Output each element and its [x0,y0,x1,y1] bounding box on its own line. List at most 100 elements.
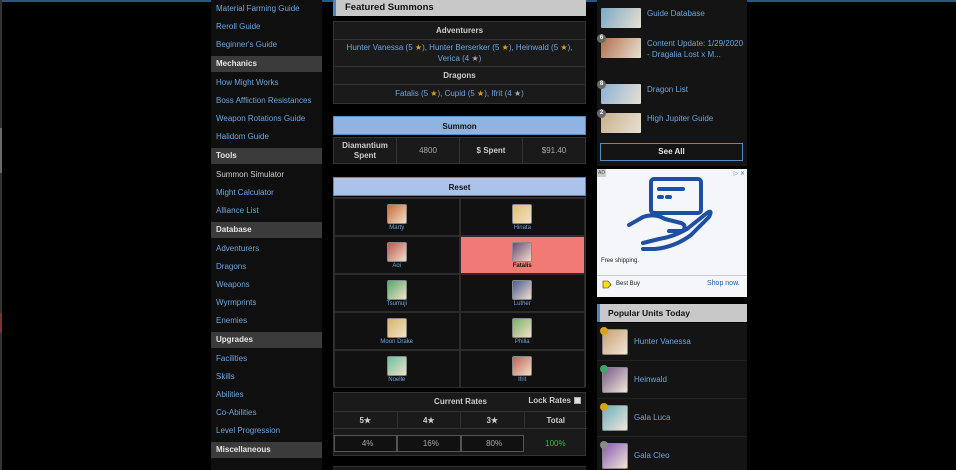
unit-name: Hinata [513,224,531,231]
ad-shipping-text: Free shipping. [601,258,640,264]
sidebar-item-weapons[interactable]: Weapons [211,276,322,294]
summon-result-noelle[interactable]: Noelle [334,350,460,388]
rarity-star-icon: ★ [471,54,479,63]
summon-result-marty[interactable]: Marty [334,198,460,236]
adventurers-label: Adventurers [334,22,585,40]
sidebar-section-database: Database [211,222,322,238]
sidebar-item-abilities[interactable]: Abilities [211,386,322,404]
featured-dragons-list[interactable]: Fatalis (5 ★), Cupid (5 ★), Ifrit (4 ★) [334,85,585,102]
diamantium-spent-label: Diamantium Spent [334,138,397,163]
sidebar-item-wyrmprints[interactable]: Wyrmprints [211,294,322,312]
element-icon [600,364,608,373]
sidebar-item-enemies[interactable]: Enemies [211,312,322,330]
sidebar-item-weapon-rotations-guide[interactable]: Weapon Rotations Guide [211,110,322,128]
rate-5star-input[interactable]: 4% [334,434,398,452]
sidebar-item-might-calculator[interactable]: Might Calculator [211,184,322,202]
sidebar-item-adventurers[interactable]: Adventurers [211,240,322,258]
summon-result-philia[interactable]: Philia [459,312,585,350]
unit-name: Moon Drake [380,338,414,345]
browser-edge [0,0,2,470]
unit-name: Ifrit [518,376,527,383]
rate-header-5star: 5★ [334,412,398,428]
ad-close-icon[interactable]: ▷ ✕ [734,170,745,177]
news-item[interactable]: 2 High Jupiter Guide [597,109,747,133]
featured-summons-title: Featured Summons [333,0,586,16]
see-all-button[interactable]: See All [600,143,743,161]
ad-store-name: Best Buy [616,281,641,287]
unit-portrait-icon [600,402,628,431]
summon-result-fatalis[interactable]: Fatalis [459,236,585,274]
news-item[interactable]: 6 Content Update: 1/29/2020 - Dragalia Lo… [597,34,747,60]
unit-name: Tsumuji [386,300,407,307]
unit-portrait-icon [512,355,533,376]
sidebar-item-halidom-guide[interactable]: Halidom Guide [211,128,322,146]
news-title[interactable]: Content Update: 1/29/2020 - Dragalia Los… [647,38,747,60]
news-thumbnail-icon: 2 [597,109,641,133]
lock-rates-checkbox[interactable] [574,397,581,404]
summon-result-hinata[interactable]: Hinata [459,198,585,236]
unit-portrait-icon [386,355,407,376]
featured-text-part: ), Hunter Berserker (5 [422,43,502,52]
ad-choices-icon[interactable]: AD [597,169,606,177]
sidebar-section-miscellaneous: Miscellaneous [211,442,322,458]
news-title[interactable]: Dragon List [647,84,688,95]
sidebar-item-reroll-guide[interactable]: Reroll Guide [211,18,322,36]
sidebar-item-material-farming-guide[interactable]: Material Farming Guide [211,0,322,18]
featured-adventurers-list[interactable]: Hunter Vanessa (5 ★), Hunter Berserker (… [334,40,585,67]
popular-unit-gala-cleo[interactable]: Gala Cleo [597,437,747,470]
summon-result-luther[interactable]: Luther [459,274,585,312]
popular-unit-name[interactable]: Hunter Vanessa [634,337,691,346]
rate-total-cell: 100% [524,439,587,448]
sidebar-item-boss-affliction-resistances[interactable]: Boss Affliction Resistances [211,92,322,110]
sidebar-item-alliance-list[interactable]: Alliance List [211,202,322,220]
featured-text-part: ), Ifrit (4 [484,89,514,98]
popular-units-list: Hunter Vanessa Heinwald Gala Luca Gala Cleo [597,323,747,470]
sidebar-section-tools: Tools [211,148,322,164]
news-item[interactable]: Guide Database [597,8,747,28]
news-title[interactable]: High Jupiter Guide [647,113,713,124]
sidebar-item-skills[interactable]: Skills [211,368,322,386]
summon-result-aoi[interactable]: Aoi [334,236,460,274]
unit-name: Philia [514,338,530,345]
rate-3star-input[interactable]: 80% [460,434,524,452]
sidebar-item-facilities[interactable]: Facilities [211,350,322,368]
news-thumbnail-icon: 6 [597,34,641,58]
popular-unit-name[interactable]: Gala Cleo [634,451,670,460]
rate-4star-cell: 16% [397,434,461,452]
sidebar-item-level-progression[interactable]: Level Progression [211,422,322,440]
popular-unit-hunter-vanessa[interactable]: Hunter Vanessa [597,323,747,361]
browser-edge-mark-red [0,313,2,333]
sidebar-item-summon-simulator[interactable]: Summon Simulator [211,166,322,184]
rate-header-4star: 4★ [398,412,461,428]
ad-shop-now-link[interactable]: Shop now. [707,280,740,287]
advertisement[interactable]: AD ▷ ✕ Free shipping. Best Buy Shop now. [597,169,747,297]
summon-button[interactable]: Summon [333,116,586,135]
reset-button[interactable]: Reset [333,177,586,196]
popular-unit-heinwald[interactable]: Heinwald [597,361,747,399]
popular-unit-name[interactable]: Gala Luca [634,413,670,422]
unit-portrait-icon [512,203,533,224]
popular-unit-name[interactable]: Heinwald [634,375,667,384]
summon-result-ifrit[interactable]: Ifrit [459,350,585,388]
summon-result-moon-drake[interactable]: Moon Drake [334,312,460,350]
browser-edge-mark [0,128,2,173]
sidebar-item-beginner-s-guide[interactable]: Beginner's Guide [211,36,322,54]
summon-result-tsumuji[interactable]: Tsumuji [334,274,460,312]
lock-rates-control[interactable]: Lock Rates [528,396,581,405]
news-title[interactable]: Guide Database [647,8,705,19]
unit-portrait-icon [386,241,407,262]
sidebar-section-upgrades: Upgrades [211,332,322,348]
hand-card-icon [627,177,713,251]
popular-units-title: Popular Units Today [597,304,747,322]
rate-4star-input[interactable]: 16% [397,434,461,452]
unit-name: Marty [389,224,405,231]
news-thumbnail-icon [601,8,641,28]
unit-portrait-icon [386,317,407,338]
sidebar-item-dragons[interactable]: Dragons [211,258,322,276]
featured-summons-box: Adventurers Hunter Vanessa (5 ★), Hunter… [333,21,586,104]
sidebar-item-how-might-works[interactable]: How Might Works [211,74,322,92]
popular-unit-gala-luca[interactable]: Gala Luca [597,399,747,437]
sidebar-item-co-abilities[interactable]: Co-Abilities [211,404,322,422]
news-item[interactable]: 8 Dragon List [597,80,747,104]
featured-text-part: ) [478,54,482,63]
